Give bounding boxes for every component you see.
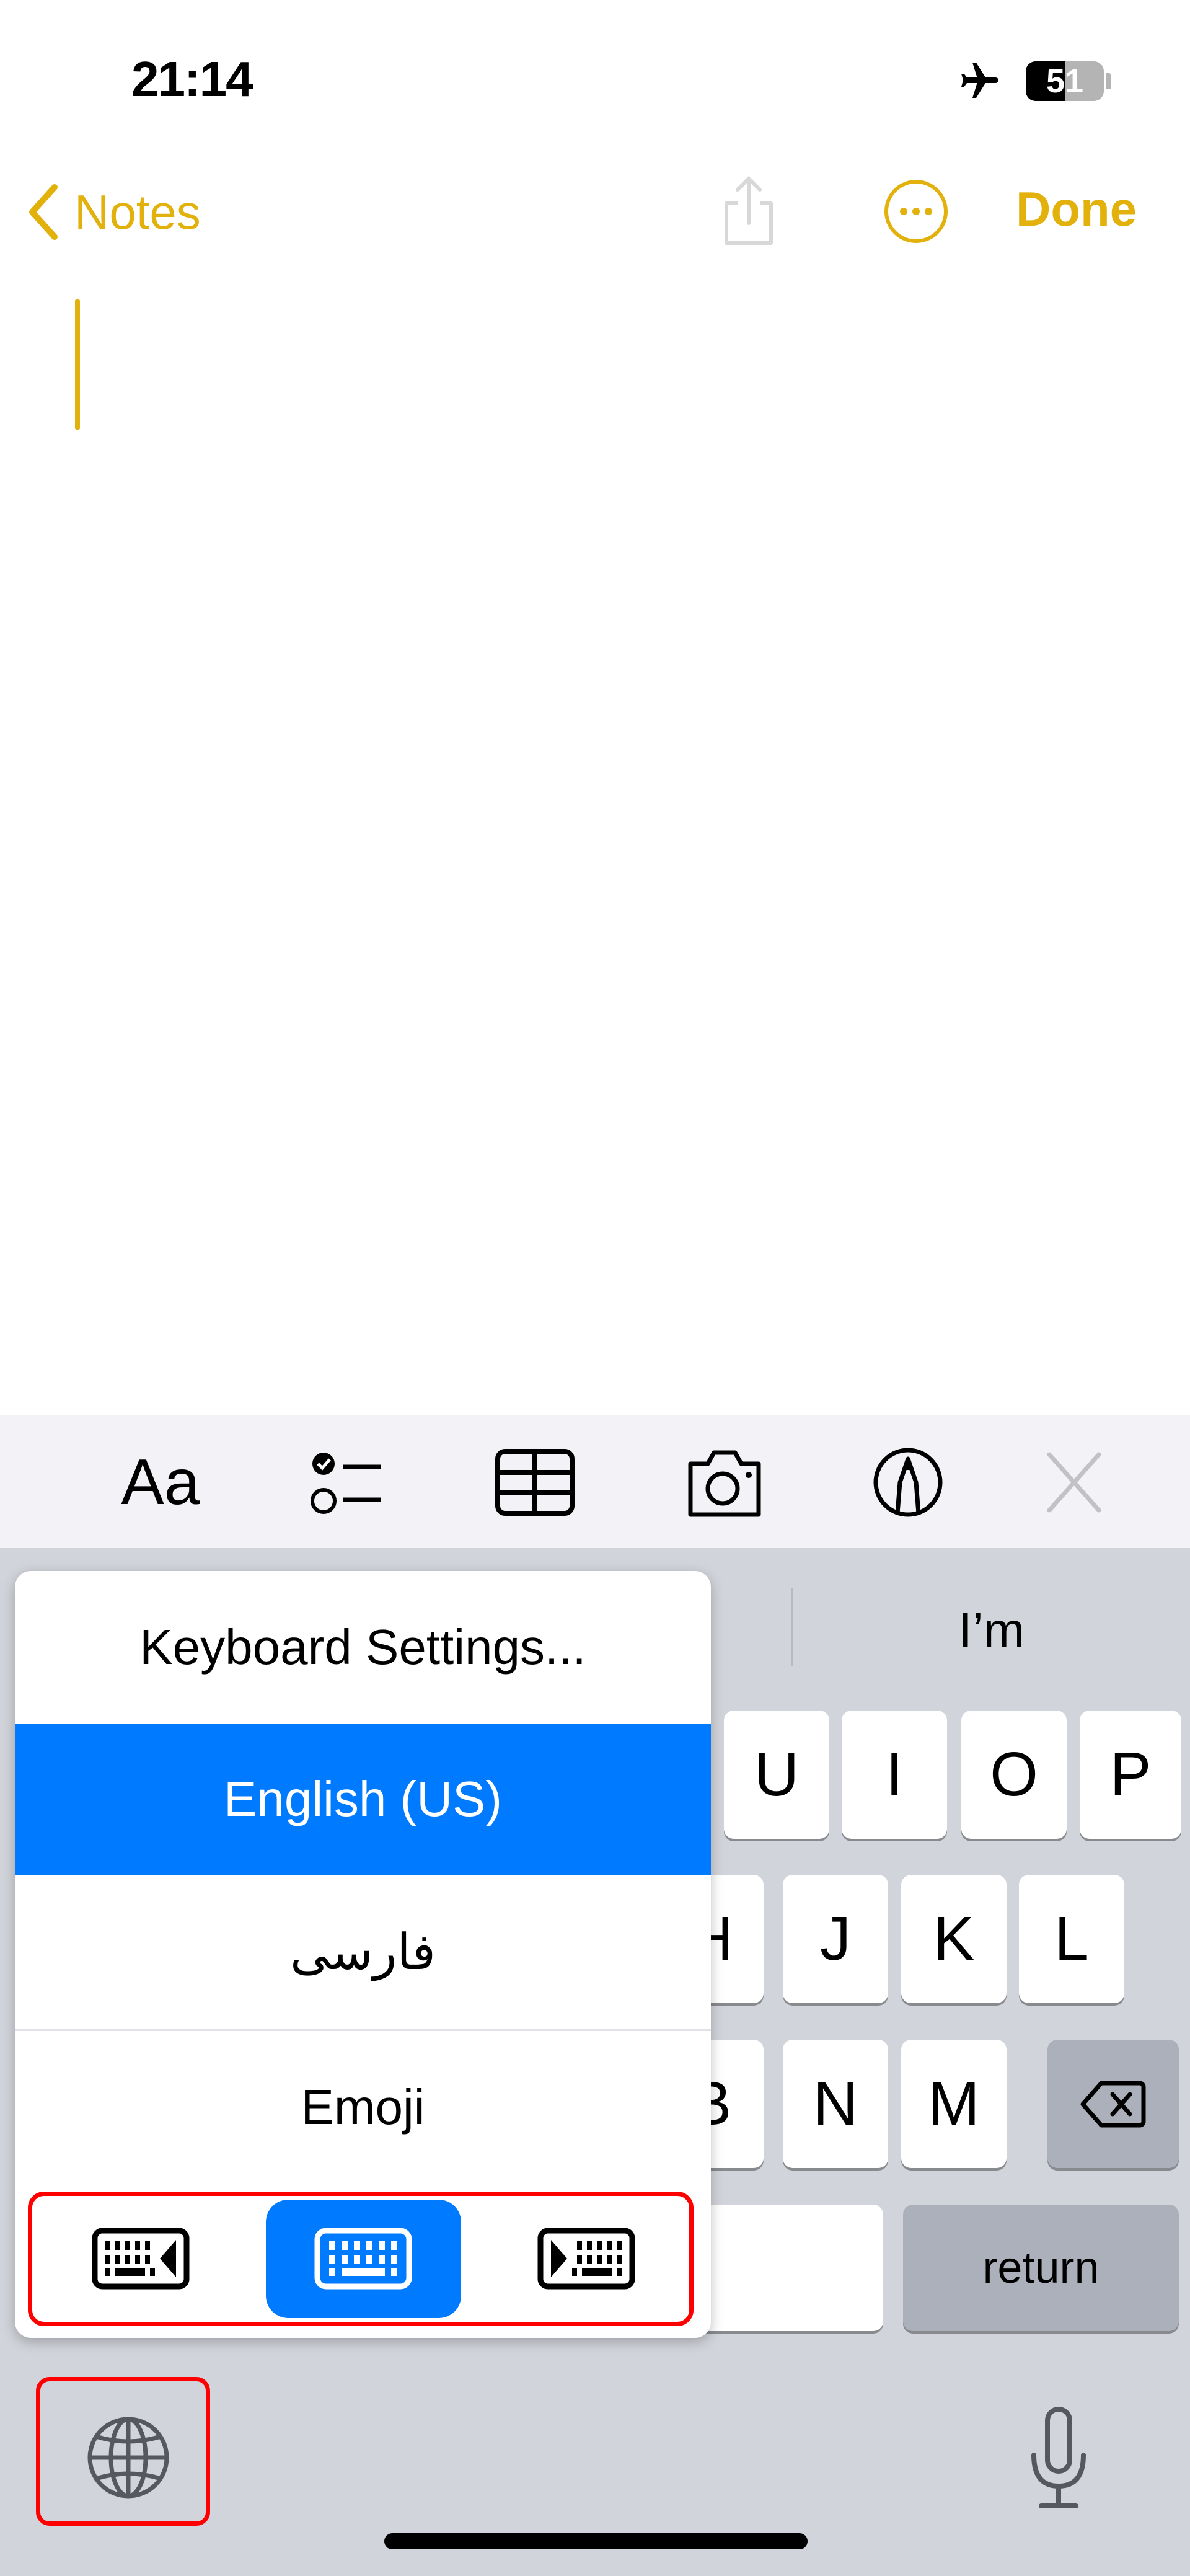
airplane-mode-icon <box>961 63 998 98</box>
markup-icon[interactable] <box>868 1445 948 1520</box>
more-icon[interactable] <box>883 179 949 244</box>
format-button[interactable]: Aa <box>120 1445 201 1520</box>
home-indicator[interactable] <box>384 2533 808 2549</box>
text-cursor <box>75 299 80 430</box>
share-icon[interactable] <box>719 174 778 248</box>
menu-item-english-us[interactable]: English (US) <box>15 1724 711 1875</box>
key-p[interactable]: P <box>1080 1711 1181 1839</box>
checklist-icon[interactable] <box>305 1445 386 1520</box>
battery-icon: 51 <box>1026 61 1104 101</box>
key-i[interactable]: I <box>842 1711 947 1839</box>
keyboard-full-button[interactable] <box>266 2200 461 2318</box>
key-u[interactable]: U <box>724 1711 829 1839</box>
note-body[interactable] <box>0 273 1190 1414</box>
key-o[interactable]: O <box>961 1711 1067 1839</box>
delete-key[interactable] <box>1047 2040 1179 2168</box>
key-j[interactable]: J <box>783 1875 888 2003</box>
back-label: Notes <box>74 184 201 239</box>
keyboard-full-icon <box>314 2228 412 2290</box>
predictive-divider <box>791 1588 793 1666</box>
menu-item-emoji[interactable]: Emoji <box>15 2031 711 2184</box>
camera-icon[interactable] <box>684 1445 765 1520</box>
predictive-suggestion[interactable]: I’m <box>892 1596 1091 1665</box>
language-menu: Keyboard Settings... English (US) فارسی … <box>15 1571 711 2338</box>
globe-icon[interactable] <box>86 2415 170 2500</box>
status-time: 21:14 <box>131 51 253 107</box>
return-key[interactable]: return <box>903 2205 1179 2331</box>
delete-icon <box>1080 2081 1146 2127</box>
key-l[interactable]: L <box>1019 1875 1124 2003</box>
keyboard-right-icon[interactable] <box>537 2228 635 2290</box>
table-icon[interactable] <box>495 1445 575 1520</box>
chevron-left-icon <box>29 184 58 240</box>
back-button[interactable]: Notes <box>25 181 201 243</box>
done-button[interactable]: Done <box>1016 181 1137 237</box>
battery-level: 51 <box>1046 63 1084 100</box>
key-n[interactable]: N <box>783 2040 888 2168</box>
menu-item-farsi[interactable]: فارسی <box>15 1875 711 2029</box>
key-k[interactable]: K <box>901 1875 1007 2003</box>
microphone-icon[interactable] <box>1029 2406 1088 2511</box>
key-m[interactable]: M <box>901 2040 1007 2168</box>
keyboard-left-icon[interactable] <box>92 2228 190 2290</box>
menu-item-keyboard-settings[interactable]: Keyboard Settings... <box>15 1571 711 1724</box>
close-icon[interactable] <box>1034 1445 1114 1520</box>
